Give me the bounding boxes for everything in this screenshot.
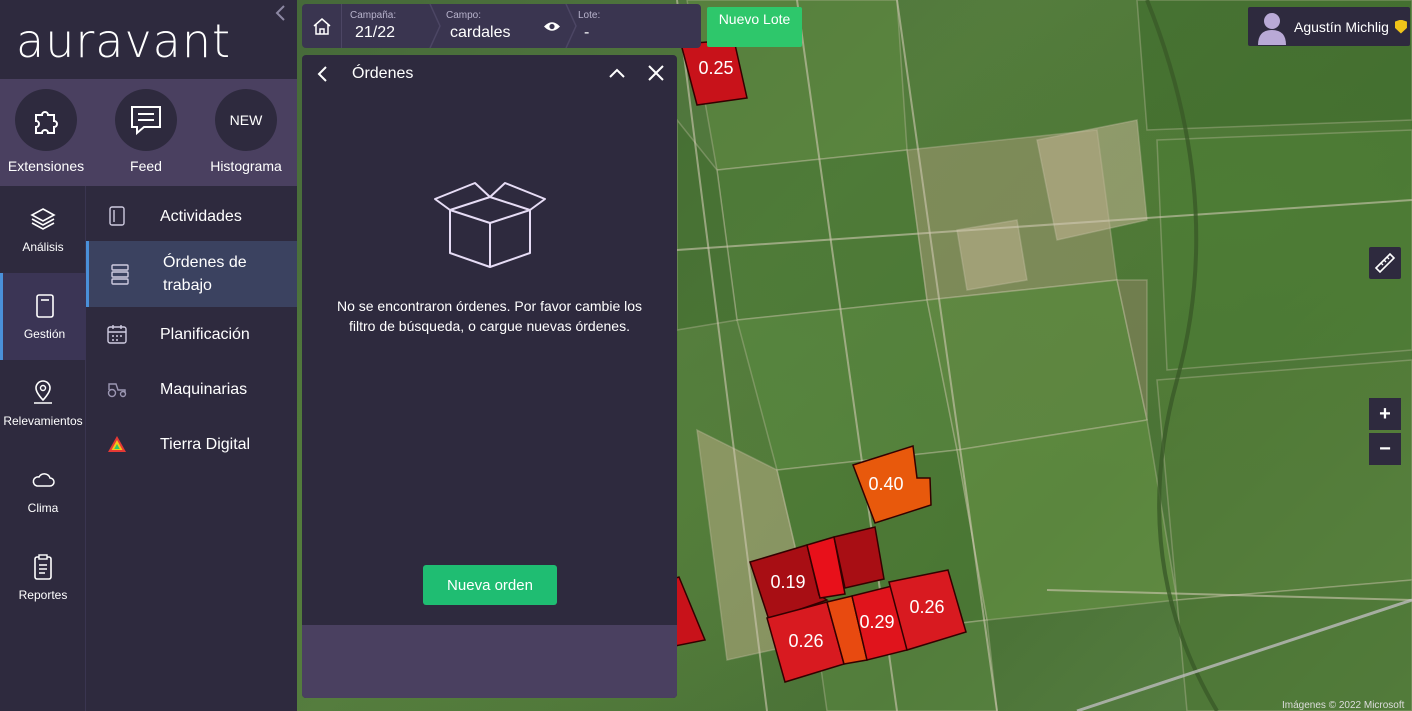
lote-value: -: [584, 24, 590, 41]
server-list-icon: [109, 263, 131, 285]
lot-label: 0.26: [788, 631, 823, 651]
rail-label: Análisis: [22, 240, 64, 254]
home-icon: [313, 18, 330, 35]
lot-label: 0.26: [909, 597, 944, 617]
quick-label: Histograma: [210, 158, 282, 174]
notebook-icon: [30, 289, 60, 323]
collapse-sidebar-icon[interactable]: [274, 4, 286, 27]
rail-label: Clima: [27, 501, 59, 515]
notebook-icon: [106, 206, 128, 226]
submenu-label: Planificación: [160, 325, 250, 343]
ruler-icon: [1374, 252, 1396, 274]
puzzle-icon: [15, 89, 77, 151]
submenu-label: Tierra Digital: [160, 435, 251, 453]
submenu-label: Maquinarias: [160, 380, 248, 398]
rail-label: Gestión: [23, 327, 66, 341]
orders-panel: Órdenes No se encontraron órdenes. Por f…: [302, 55, 677, 698]
empty-state-message: No se encontraron órdenes. Por favor cam…: [336, 298, 643, 334]
clipboard-icon: [28, 550, 58, 584]
new-badge: NEW: [215, 89, 277, 151]
submenu-actividades[interactable]: Actividades: [86, 201, 297, 231]
context-bar: Campaña: 21/22 Campo: cardales Lote: -: [302, 4, 701, 48]
rail-analisis[interactable]: Análisis: [0, 186, 86, 273]
auravant-logo: auravant: [16, 14, 232, 68]
panel-title: Órdenes: [352, 65, 414, 82]
campana-value: 21/22: [355, 24, 396, 41]
zoom-in-button[interactable]: +: [1369, 398, 1401, 430]
submenu-tierra-digital[interactable]: Tierra Digital: [86, 429, 297, 459]
rail-relevamientos[interactable]: Relevamientos: [0, 360, 86, 447]
quick-actions-bar: Extensiones Feed NEW Histograma: [0, 79, 297, 186]
measure-tool-button[interactable]: [1369, 247, 1401, 279]
sidebar: auravant Extensiones Feed NEW Histograma: [0, 0, 297, 711]
rail-reportes[interactable]: Reportes: [0, 534, 86, 621]
map-pin-icon: [28, 376, 58, 410]
campana-selector[interactable]: Campaña: 21/22: [342, 4, 438, 48]
submenu-ordenes-de-trabajo[interactable]: Órdenes de trabajo: [86, 241, 297, 307]
quick-extensiones[interactable]: Extensiones: [0, 79, 96, 186]
close-icon[interactable]: [646, 63, 666, 88]
rail-label: Reportes: [18, 588, 68, 602]
submenu-label: Órdenes de trabajo: [163, 254, 247, 294]
logo-area: auravant: [0, 0, 297, 79]
lot-label: 0.40: [868, 474, 903, 494]
panel-footer: [302, 625, 677, 698]
quick-feed[interactable]: Feed: [96, 79, 196, 186]
user-name: Agustín Michlig: [1294, 18, 1389, 35]
submenu-label: Actividades: [160, 207, 242, 225]
calendar-icon: [106, 324, 128, 344]
main-rail: Análisis Gestión Relevamientos Clima Rep…: [0, 186, 86, 711]
back-icon[interactable]: [316, 65, 328, 89]
quick-histograma[interactable]: NEW Histograma: [196, 79, 296, 186]
gestion-submenu: Actividades Órdenes de trabajo Planifica…: [86, 186, 297, 711]
lote-label: Lote:: [578, 10, 601, 21]
lot-label: 0.25: [698, 58, 733, 78]
rail-label: Relevamientos: [3, 414, 83, 428]
empty-box-illustration: [430, 175, 550, 280]
eye-icon[interactable]: [543, 20, 561, 38]
avatar: [1258, 12, 1286, 45]
shield-badge-icon: [1394, 19, 1407, 34]
map-attribution: Imágenes © 2022 Microsoft: [1282, 700, 1405, 711]
lot-label: 0.19: [770, 572, 805, 592]
rail-clima[interactable]: Clima: [0, 447, 86, 534]
new-order-button[interactable]: Nueva orden: [423, 565, 557, 605]
new-lot-button[interactable]: Nuevo Lote: [707, 7, 802, 47]
tractor-icon: [106, 380, 128, 398]
chat-icon: [115, 89, 177, 151]
layers-icon: [28, 202, 58, 236]
submenu-maquinarias[interactable]: Maquinarias: [86, 374, 297, 404]
campo-label: Campo:: [446, 10, 482, 21]
submenu-planificacion[interactable]: Planificación: [86, 319, 297, 349]
cloud-icon: [28, 463, 58, 497]
user-menu[interactable]: Agustín Michlig: [1248, 7, 1410, 46]
panel-header: Órdenes: [302, 55, 677, 95]
warning-triangle-icon: [106, 435, 128, 453]
zoom-out-button[interactable]: −: [1369, 433, 1401, 465]
campo-value: cardales: [450, 24, 511, 41]
quick-label: Extensiones: [7, 158, 85, 174]
chevron-up-icon[interactable]: [607, 63, 627, 88]
lote-selector[interactable]: Lote: -: [570, 4, 701, 48]
quick-label: Feed: [130, 158, 162, 174]
rail-gestion[interactable]: Gestión: [0, 273, 86, 360]
home-button[interactable]: [302, 4, 342, 48]
lot-label: 0.29: [859, 612, 894, 632]
campana-label: Campaña:: [350, 10, 397, 21]
